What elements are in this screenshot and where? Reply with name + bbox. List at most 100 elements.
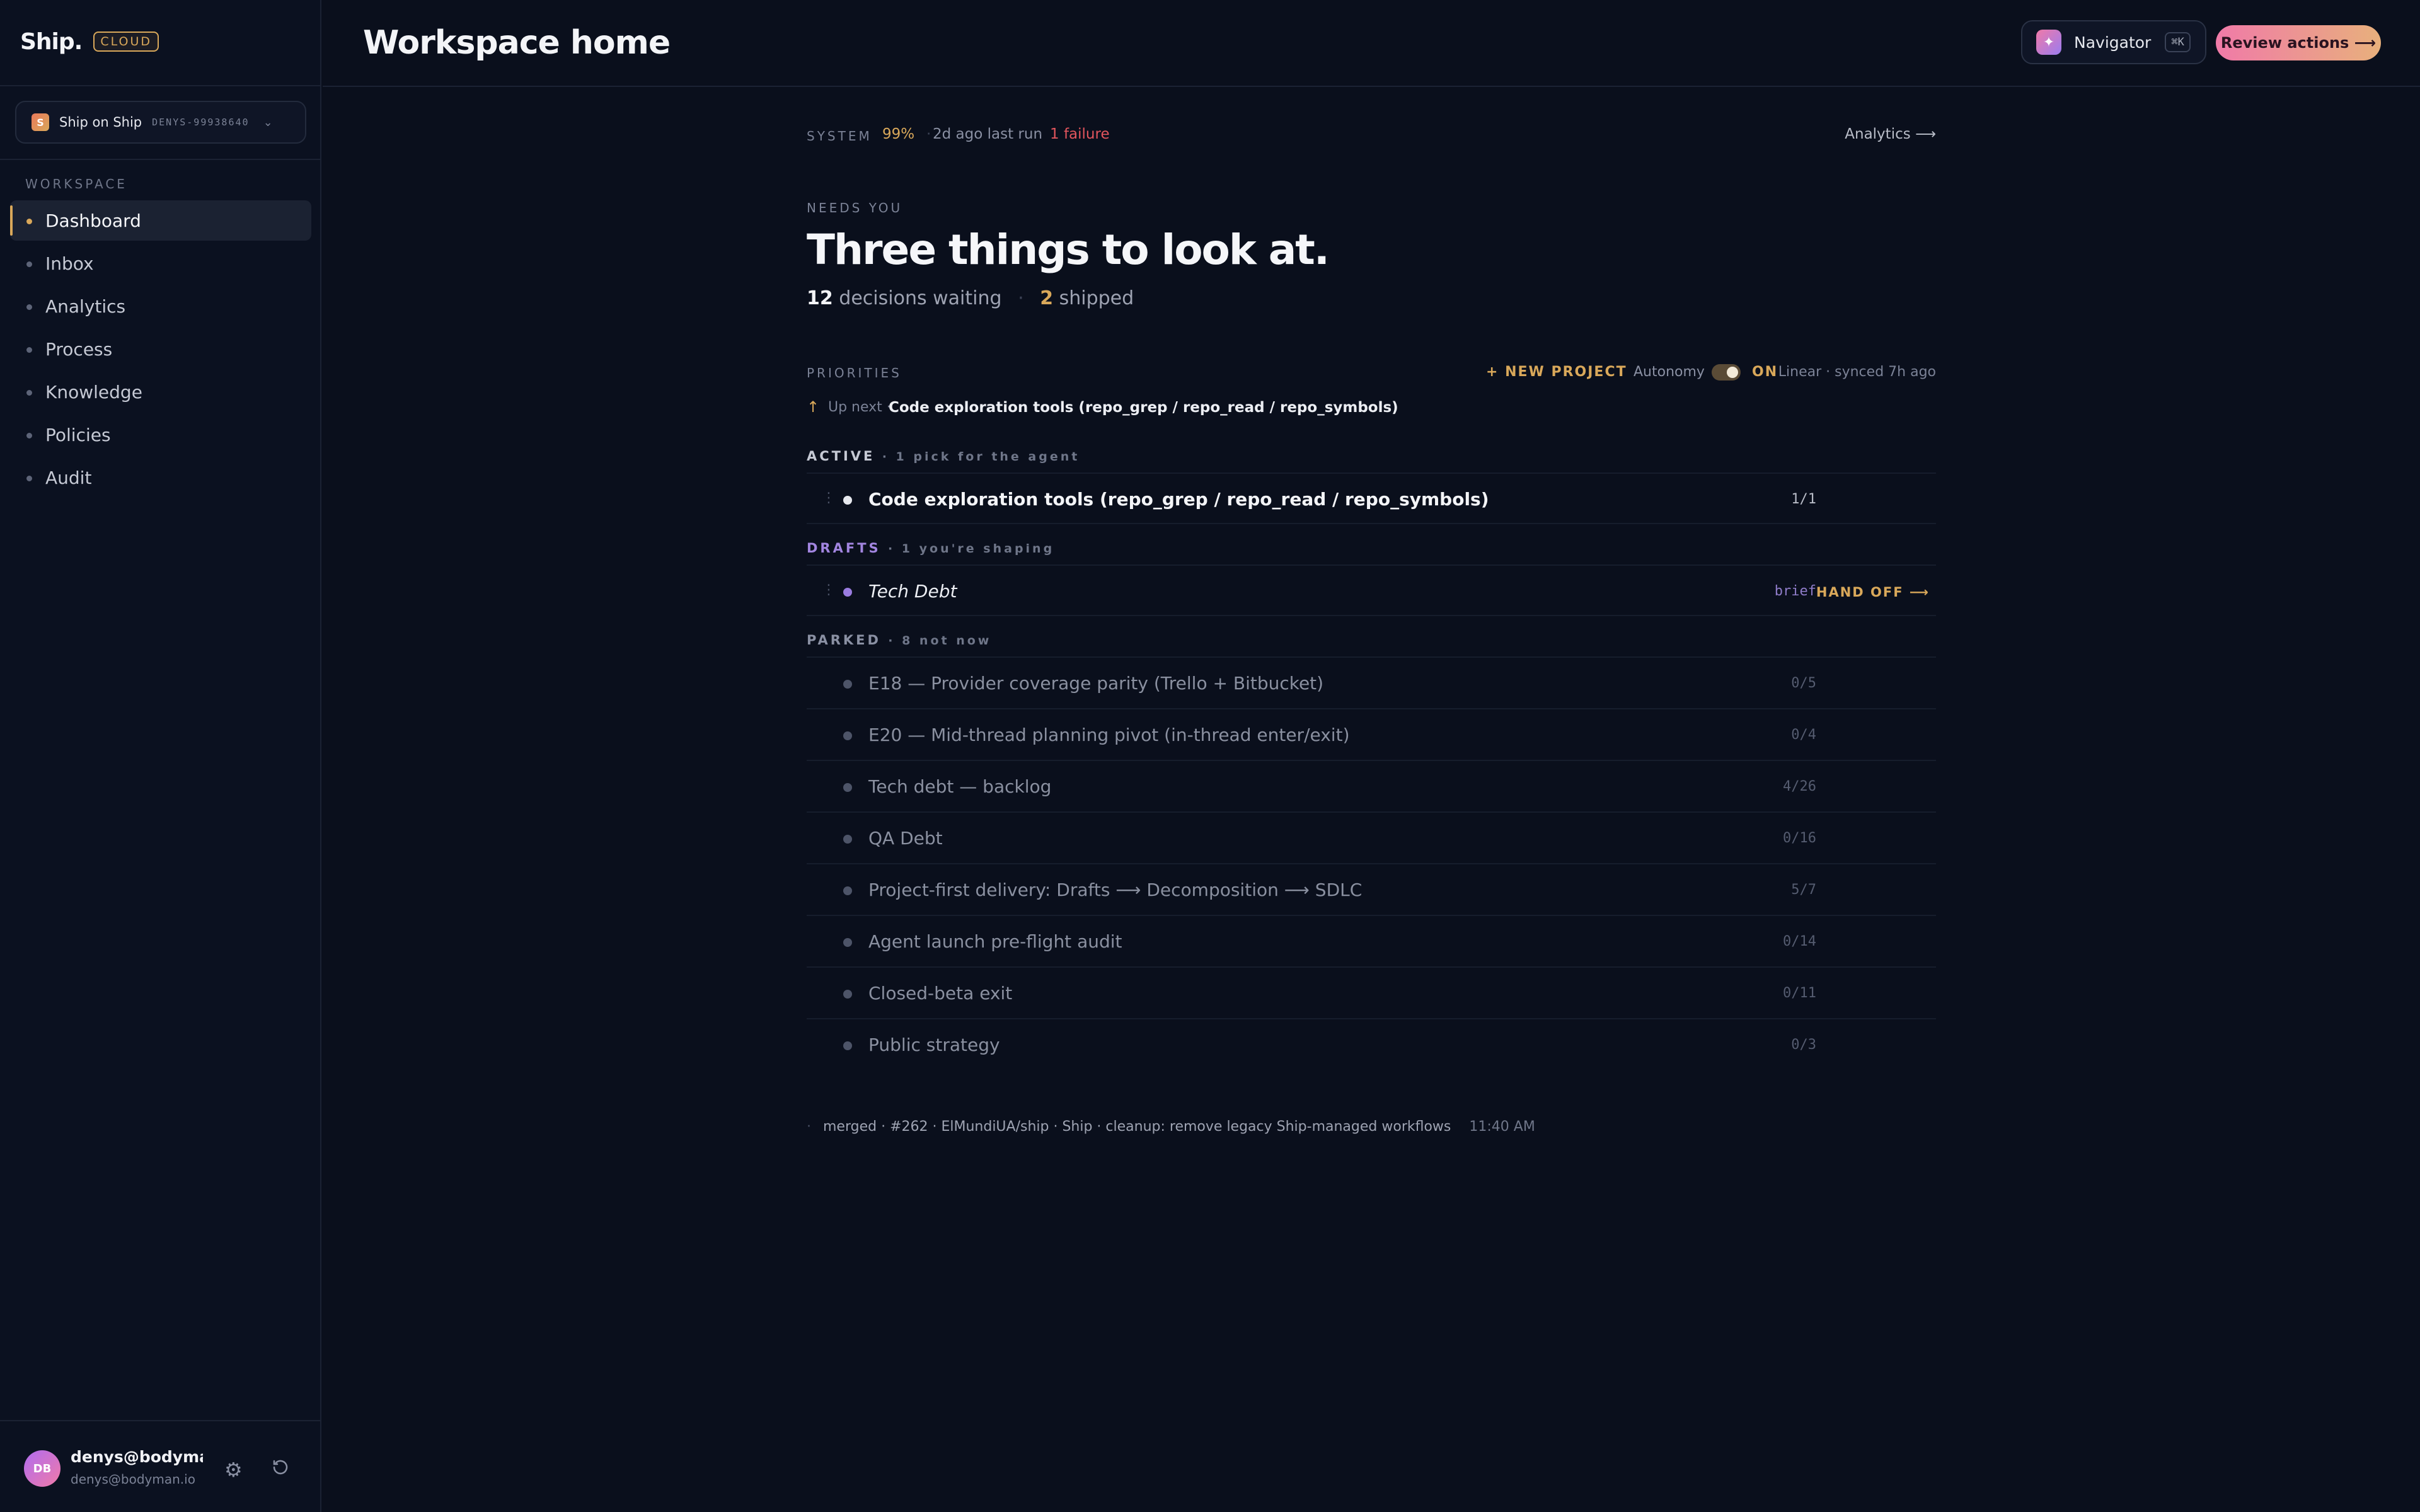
drag-handle-icon[interactable]: ⋮: [822, 490, 836, 506]
up-next-title[interactable]: Code exploration tools (repo_grep / repo…: [889, 399, 1398, 416]
table-row[interactable]: ⋮ Tech Debt brief HAND OFF ⟶: [807, 564, 1936, 616]
sidebar-item-knowledge[interactable]: Knowledge: [10, 372, 311, 412]
row-count: 0/14: [1783, 934, 1816, 949]
user-name: denys@bodyma...: [71, 1448, 203, 1466]
sidebar-item-inbox[interactable]: Inbox: [10, 243, 311, 284]
activity-text: merged · #262 · ElMundiUA/ship · Ship · …: [823, 1119, 1451, 1135]
needs-you-stats: 12 decisions waiting · 2 shipped: [807, 287, 1134, 309]
nav-dot-icon: [26, 390, 32, 396]
section-sub: · 1 you're shaping: [887, 542, 1055, 556]
row-count: 0/16: [1783, 830, 1816, 846]
table-row[interactable]: QA Debt 0/16: [807, 811, 1936, 863]
analytics-link[interactable]: Analytics ⟶: [1845, 126, 1936, 142]
status-dot-icon: [843, 496, 852, 505]
sidebar-item-analytics[interactable]: Analytics: [10, 286, 311, 326]
table-row[interactable]: Closed-beta exit 0/11: [807, 966, 1936, 1018]
needs-you-label: NEEDS YOU: [807, 200, 903, 215]
row-title: E18 — Provider coverage parity (Trello +…: [868, 673, 1324, 694]
sidebar-item-audit[interactable]: Audit: [10, 457, 311, 498]
autonomy-toggle[interactable]: [1712, 364, 1741, 381]
sidebar-item-process[interactable]: Process: [10, 329, 311, 369]
system-last-run: 2d ago last run: [933, 126, 1043, 142]
workspace-selector[interactable]: S Ship on Ship DENYS-99938640 ⌄: [15, 101, 306, 144]
system-label: SYSTEM: [807, 129, 872, 144]
status-dot-icon: [843, 938, 852, 947]
user-email: denys@bodyman.io: [71, 1472, 195, 1487]
shipped-label: shipped: [1059, 287, 1134, 309]
navigator-button[interactable]: ✦ Navigator ⌘K: [2021, 20, 2206, 64]
row-title: Public strategy: [868, 1034, 1000, 1055]
section-sub: · 1 pick for the agent: [882, 450, 1080, 464]
status-dot-icon: [843, 1041, 852, 1050]
table-row[interactable]: Tech debt — backlog 4/26: [807, 760, 1936, 811]
table-row[interactable]: E20 — Mid-thread planning pivot (in-thre…: [807, 708, 1936, 760]
status-dot-icon: [843, 588, 852, 597]
new-project-button[interactable]: + NEW PROJECT: [1486, 364, 1627, 380]
autonomy-label: Autonomy: [1634, 364, 1705, 380]
plan-badge: CLOUD: [93, 32, 159, 52]
needs-you-headline: Three things to look at.: [807, 226, 1330, 274]
avatar[interactable]: DB: [24, 1450, 60, 1487]
row-count: 4/26: [1783, 779, 1816, 794]
nav-dot-icon: [26, 219, 32, 224]
status-dot-icon: [843, 835, 852, 844]
hand-off-button[interactable]: HAND OFF ⟶: [1816, 585, 1930, 600]
sparkle-icon: ✦: [2036, 30, 2061, 55]
row-title: Agent launch pre-flight audit: [868, 931, 1122, 952]
section-label: DRAFTS: [807, 541, 881, 556]
sidebar-item-label: Analytics: [45, 295, 126, 317]
brand[interactable]: Ship. CLOUD: [20, 23, 159, 60]
table-row[interactable]: Public strategy 0/3: [807, 1018, 1936, 1070]
row-title: QA Debt: [868, 828, 943, 849]
separator: ·: [807, 1119, 811, 1135]
up-next-label: Up next ·: [828, 399, 891, 415]
sidebar-item-dashboard[interactable]: Dashboard: [10, 200, 311, 241]
decisions-label: decisions waiting: [839, 287, 1002, 309]
sidebar-item-label: Knowledge: [45, 381, 142, 403]
table-row[interactable]: ⋮ Code exploration tools (repo_grep / re…: [807, 472, 1936, 524]
sidebar-item-policies[interactable]: Policies: [10, 415, 311, 455]
refresh-icon[interactable]: [271, 1458, 290, 1477]
sidebar-item-label: Audit: [45, 467, 92, 488]
table-row[interactable]: E18 — Provider coverage parity (Trello +…: [807, 656, 1936, 708]
autonomy-state: ON: [1752, 364, 1778, 380]
row-title: Project-first delivery: Drafts ⟶ Decompo…: [868, 879, 1363, 900]
review-actions-button[interactable]: Review actions ⟶: [2216, 25, 2381, 60]
priorities-label: PRIORITIES: [807, 365, 902, 381]
activity-item[interactable]: · merged · #262 · ElMundiUA/ship · Ship …: [807, 1119, 1535, 1135]
section-label: PARKED: [807, 633, 881, 648]
workspace-name: Ship on Ship: [59, 115, 142, 130]
status-dot-icon: [843, 783, 852, 792]
nav-dot-icon: [26, 347, 32, 353]
navigator-label: Navigator: [2074, 33, 2152, 52]
shipped-count: 2: [1040, 287, 1054, 309]
row-title: Closed-beta exit: [868, 983, 1013, 1004]
row-title: Code exploration tools (repo_grep / repo…: [868, 489, 1489, 510]
nav-dot-icon: [26, 476, 32, 481]
drag-handle-icon[interactable]: ⋮: [822, 582, 836, 598]
row-tag: brief: [1774, 583, 1816, 599]
row-count: 5/7: [1791, 882, 1816, 898]
sidebar-item-label: Policies: [45, 424, 111, 445]
sidebar-section-label: WORKSPACE: [25, 176, 127, 192]
row-title: E20 — Mid-thread planning pivot (in-thre…: [868, 724, 1350, 745]
sidebar-divider: [0, 85, 321, 86]
sidebar-item-label: Dashboard: [45, 210, 141, 231]
row-count: 0/4: [1791, 727, 1816, 743]
status-dot-icon: [843, 680, 852, 689]
nav-dot-icon: [26, 261, 32, 267]
gear-icon[interactable]: ⚙: [224, 1458, 243, 1482]
row-count: 0/5: [1791, 675, 1816, 691]
status-dot-icon: [843, 731, 852, 740]
system-health-percent: 99%: [882, 126, 915, 142]
row-count: 0/3: [1791, 1037, 1816, 1053]
table-row[interactable]: Agent launch pre-flight audit 0/14: [807, 915, 1936, 966]
section-active: ACTIVE · 1 pick for the agent: [807, 449, 1080, 464]
table-row[interactable]: Project-first delivery: Drafts ⟶ Decompo…: [807, 863, 1936, 915]
separator: ·: [1037, 126, 1042, 142]
nav-dot-icon: [26, 304, 32, 310]
row-title: Tech debt — backlog: [868, 776, 1052, 797]
system-failure-link[interactable]: 1 failure: [1050, 126, 1110, 142]
chevron-down-icon: ⌄: [263, 115, 273, 129]
section-label: ACTIVE: [807, 449, 875, 464]
